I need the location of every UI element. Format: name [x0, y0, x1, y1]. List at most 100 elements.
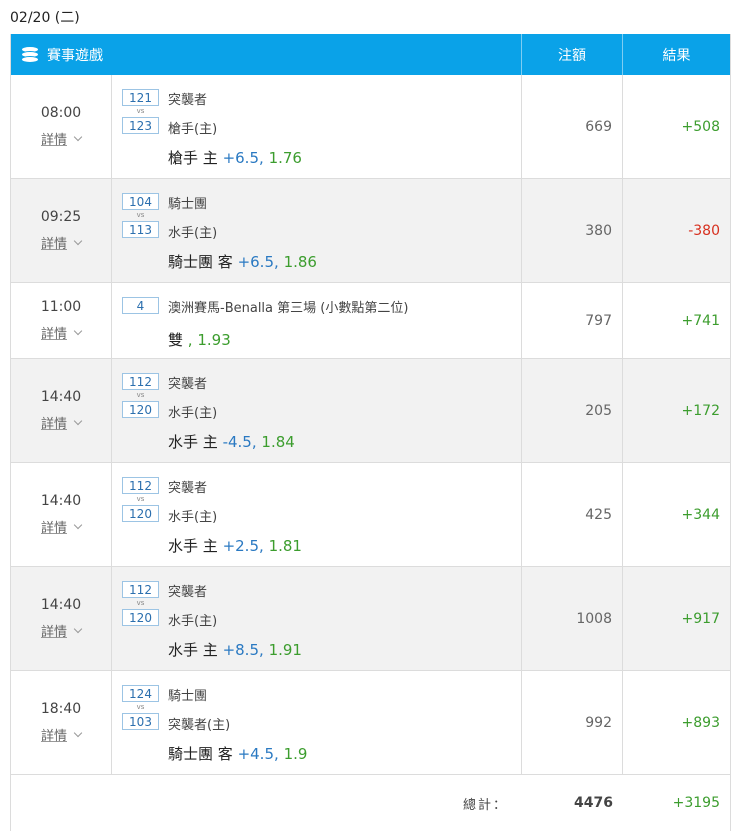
- pick-team: 騎士團 客: [168, 253, 233, 271]
- details-label: 詳情: [40, 729, 67, 744]
- chevron-down-icon: [73, 326, 83, 335]
- team-b-name: 水手(主): [168, 510, 218, 525]
- match-cell: 124 vs 103 騎士團 突襲者(主) 騎士團 客 +4.5, 1.9: [112, 671, 522, 774]
- team-b-id: 123: [122, 117, 159, 134]
- match-cell: 112 vs 120 突襲者 水手(主) 水手 主 +8.5, 1.91: [112, 567, 522, 670]
- pick-team: 槍手 主: [168, 149, 218, 167]
- details-label: 詳情: [40, 625, 67, 640]
- team-a-name: 騎士團: [168, 197, 208, 212]
- pick-odds: 1.9: [283, 745, 308, 763]
- pick-handicap: +2.5: [222, 537, 259, 555]
- team-a-name: 騎士團: [168, 689, 208, 704]
- team-b-id: 120: [122, 401, 159, 418]
- result-amount: +172: [681, 402, 720, 419]
- details-label: 詳情: [40, 133, 67, 148]
- event-id: 4: [122, 297, 159, 314]
- team-b-name: 水手(主): [168, 406, 218, 421]
- bet-pick: 雙 , 1.93: [168, 329, 231, 350]
- team-a-id: 124: [122, 685, 159, 702]
- result-amount: +344: [681, 506, 720, 523]
- table-header: 賽事遊戲 注額 結果: [11, 34, 730, 75]
- pick-separator: ,: [251, 433, 257, 451]
- total-row: 總計： 4476 +3195: [11, 775, 730, 831]
- pick-odds: 1.84: [261, 433, 295, 451]
- pick-handicap: +6.5: [237, 253, 274, 271]
- result-amount: +917: [681, 610, 720, 627]
- bet-history-table: 賽事遊戲 注額 結果 08:00 詳情 121 vs 123 突襲者 槍手(主)…: [10, 34, 731, 831]
- details-label: 詳情: [40, 521, 67, 536]
- bet-pick: 騎士團 客 +6.5, 1.86: [168, 251, 317, 272]
- pick-separator: ,: [274, 253, 279, 271]
- team-a-id: 104: [122, 193, 159, 210]
- pick-odds: 1.91: [268, 641, 302, 659]
- team-b-name: 水手(主): [168, 614, 218, 629]
- header-bet-label: 注額: [522, 34, 623, 75]
- header-game-column: 賽事遊戲: [11, 34, 522, 75]
- team-b-id: 103: [122, 713, 159, 730]
- details-toggle[interactable]: 詳情: [40, 413, 83, 432]
- team-a-id: 112: [122, 581, 159, 598]
- details-toggle[interactable]: 詳情: [40, 621, 83, 640]
- pick-team: 水手 主: [168, 641, 218, 659]
- match-cell: 112 vs 120 突襲者 水手(主) 水手 主 +2.5, 1.81: [112, 463, 522, 566]
- team-b-id: 113: [122, 221, 159, 238]
- row-time: 14:40: [40, 597, 82, 613]
- bet-pick: 騎士團 客 +4.5, 1.9: [168, 743, 307, 764]
- team-a-name: 突襲者: [168, 481, 208, 496]
- coins-stack-icon: [21, 46, 39, 64]
- vs-label: vs: [136, 107, 145, 115]
- total-bet: 4476: [574, 795, 613, 811]
- pick-separator: ,: [259, 641, 264, 659]
- chevron-down-icon: [73, 236, 83, 245]
- bet-pick: 水手 主 +2.5, 1.81: [168, 535, 302, 556]
- vs-label: vs: [136, 703, 145, 711]
- vs-label: vs: [136, 599, 145, 607]
- team-b-id: 120: [122, 505, 159, 522]
- pick-team: 水手 主: [168, 537, 218, 555]
- total-result: +3195: [672, 795, 720, 811]
- chevron-down-icon: [73, 520, 83, 529]
- event-name: 澳洲賽馬-Benalla 第三場 (小數點第二位): [168, 301, 409, 316]
- pick-team: 水手 主: [168, 433, 218, 451]
- match-cell: 112 vs 120 突襲者 水手(主) 水手 主 -4.5, 1.84: [112, 359, 522, 462]
- chevron-down-icon: [73, 416, 83, 425]
- team-a-id: 112: [122, 477, 159, 494]
- result-amount: +893: [681, 714, 720, 731]
- vs-label: vs: [136, 495, 145, 503]
- team-b-name: 突襲者(主): [168, 718, 231, 733]
- row-time: 14:40: [40, 493, 82, 509]
- match-cell: 104 vs 113 騎士團 水手(主) 騎士團 客 +6.5, 1.86: [112, 179, 522, 282]
- table-row: 14:40 詳情 112 vs 120 突襲者 水手(主) 水手 主 +2.5,…: [11, 463, 730, 567]
- bet-amount: 425: [522, 463, 623, 566]
- details-toggle[interactable]: 詳情: [40, 323, 83, 342]
- bet-pick: 水手 主 +8.5, 1.91: [168, 639, 302, 660]
- table-row: 08:00 詳情 121 vs 123 突襲者 槍手(主) 槍手 主 +6.5,…: [11, 75, 730, 179]
- details-toggle[interactable]: 詳情: [40, 517, 83, 536]
- team-b-id: 120: [122, 609, 159, 626]
- team-a-name: 突襲者: [168, 93, 208, 108]
- bet-amount: 797: [522, 283, 623, 358]
- team-a-name: 突襲者: [168, 585, 208, 600]
- pick-separator: ,: [274, 745, 279, 763]
- details-toggle[interactable]: 詳情: [40, 725, 83, 744]
- details-label: 詳情: [40, 327, 67, 342]
- pick-odds: 1.81: [268, 537, 302, 555]
- header-result-label: 結果: [662, 47, 691, 64]
- row-time: 18:40: [40, 701, 82, 717]
- details-label: 詳情: [40, 417, 67, 432]
- chevron-down-icon: [73, 132, 83, 141]
- pick-separator: ,: [259, 537, 264, 555]
- team-b-name: 槍手(主): [168, 122, 218, 137]
- bet-amount: 205: [522, 359, 623, 462]
- total-label: 總計：: [462, 797, 508, 813]
- pick-team: 雙: [168, 331, 184, 349]
- result-amount: +508: [681, 118, 720, 135]
- table-row: 18:40 詳情 124 vs 103 騎士團 突襲者(主) 騎士團 客 +4.…: [11, 671, 730, 775]
- pick-handicap: +8.5: [222, 641, 259, 659]
- result-amount: +741: [681, 312, 720, 329]
- details-toggle[interactable]: 詳情: [41, 233, 83, 252]
- details-toggle[interactable]: 詳情: [40, 129, 83, 148]
- pick-odds: 1.93: [197, 331, 231, 349]
- pick-handicap: -4.5: [222, 433, 252, 451]
- bet-pick: 水手 主 -4.5, 1.84: [168, 431, 295, 452]
